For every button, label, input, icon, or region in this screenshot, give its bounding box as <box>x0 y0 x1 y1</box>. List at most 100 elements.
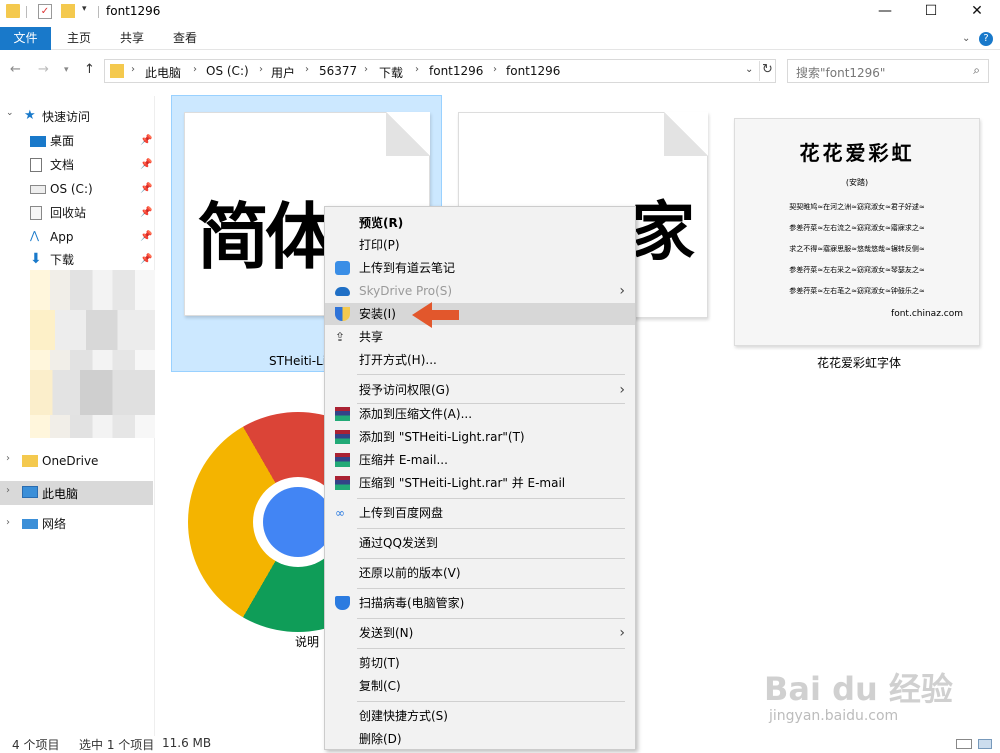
selected-size: 11.6 MB <box>162 736 212 750</box>
crumb-font1296-current[interactable]: font1296 <box>506 64 560 78</box>
chevron-right-icon: › <box>619 283 625 299</box>
menu-item-grant-access[interactable]: 授予访问权限(G) › <box>325 379 635 401</box>
search-input[interactable]: 搜索"font1296" ⌕ <box>787 59 989 83</box>
crumb-downloads[interactable]: 下载 <box>379 64 403 81</box>
chevron-right-icon[interactable]: › <box>6 517 10 528</box>
menu-item-open-with[interactable]: 打开方式(H)... <box>325 349 635 371</box>
chrome-center <box>263 487 333 557</box>
sidebar-item-os-c[interactable]: OS (C:) 📌 <box>30 178 155 200</box>
menu-item-compress-rar-email[interactable]: 压缩到 "STHeiti-Light.rar" 并 E-mail <box>325 472 635 494</box>
menu-item-youdao[interactable]: 上传到有道云笔记 <box>325 257 635 279</box>
menu-item-copy[interactable]: 复制(C) <box>325 675 635 697</box>
close-button[interactable]: ✕ <box>954 0 1000 24</box>
pixelated-block <box>30 370 155 415</box>
up-icon[interactable]: ↑ <box>84 62 95 77</box>
cloud-icon <box>335 287 350 296</box>
pin-icon[interactable]: 📌 <box>140 202 152 224</box>
menu-item-delete[interactable]: 删除(D) <box>325 728 635 750</box>
pin-icon[interactable]: 📌 <box>140 249 152 271</box>
network-icon <box>22 519 38 529</box>
menu-item-compress-email[interactable]: 压缩并 E-mail... <box>325 449 635 471</box>
chevron-right-icon: › <box>619 625 625 641</box>
sidebar-item-recycle-bin[interactable]: 回收站 📌 <box>30 202 155 224</box>
window-title: font1296 <box>106 4 161 18</box>
menu-item-virus-scan[interactable]: 扫描病毒(电脑管家) <box>325 592 635 614</box>
shield-icon <box>335 307 350 321</box>
menu-item-restore-versions[interactable]: 还原以前的版本(V) <box>325 562 635 584</box>
menu-item-create-shortcut[interactable]: 创建快捷方式(S) <box>325 705 635 727</box>
refresh-icon[interactable]: ↻ <box>762 62 773 77</box>
menu-item-cut[interactable]: 剪切(T) <box>325 652 635 674</box>
sidebar-onedrive[interactable]: OneDrive <box>22 450 152 472</box>
tab-home[interactable]: 主页 <box>67 27 91 50</box>
crumb-separator-icon: › <box>305 64 309 75</box>
menu-item-qq-send[interactable]: 通过QQ发送到 <box>325 532 635 554</box>
menu-separator <box>357 701 625 702</box>
ribbon-tabs: 文件 主页 共享 查看 ⌄ ? <box>0 27 1000 50</box>
sidebar-this-pc-row[interactable]: › 此电脑 <box>0 481 153 505</box>
pin-icon[interactable]: 📌 <box>140 130 152 152</box>
large-icons-view-icon[interactable] <box>978 739 992 749</box>
details-view-icon[interactable] <box>956 739 972 749</box>
menu-item-add-archive[interactable]: 添加到压缩文件(A)... <box>325 403 635 425</box>
crumb-this-pc[interactable]: 此电脑 <box>145 64 181 81</box>
ribbon-expand-icon[interactable]: ⌄ <box>962 27 970 50</box>
chevron-down-icon[interactable]: ⌄ <box>6 108 14 118</box>
forward-icon[interactable]: → <box>38 62 49 77</box>
maximize-button[interactable]: ☐ <box>908 0 954 24</box>
sidebar-item-label: OneDrive <box>42 454 99 468</box>
menu-item-add-rar[interactable]: 添加到 "STHeiti-Light.rar"(T) <box>325 426 635 448</box>
menu-item-preview[interactable]: 预览(R) <box>325 212 635 234</box>
menu-item-baidu-pan[interactable]: ∞ 上传到百度网盘 <box>325 502 635 524</box>
recent-locations-icon[interactable]: ▾ <box>64 65 69 75</box>
sidebar-item-desktop[interactable]: 桌面 📌 <box>30 130 155 152</box>
menu-item-label: 添加到 "STHeiti-Light.rar"(T) <box>359 430 525 444</box>
sidebar-item-downloads[interactable]: ⬇ 下载 📌 <box>30 249 155 271</box>
crumb-users[interactable]: 用户 <box>271 64 295 81</box>
crumb-separator-icon: › <box>193 64 197 75</box>
sidebar-quick-access[interactable]: ★ 快速访问 <box>24 106 144 128</box>
menu-item-share[interactable]: ⇪ 共享 <box>325 326 635 348</box>
chevron-right-icon[interactable]: › <box>6 485 10 496</box>
sidebar-item-app[interactable]: ⋀ App 📌 <box>30 226 155 248</box>
shield-icon <box>335 596 350 610</box>
star-icon: ★ <box>24 108 36 123</box>
chevron-right-icon[interactable]: › <box>6 453 10 464</box>
help-icon[interactable]: ? <box>979 32 993 46</box>
menu-item-send-to[interactable]: 发送到(N) › <box>325 622 635 644</box>
font-preview-text: 家 <box>631 196 695 270</box>
tab-share[interactable]: 共享 <box>120 27 144 50</box>
preview-line: 参差荇菜≈左右流之≈窈窕淑女≈寤寐求之≈ <box>789 224 925 232</box>
pin-icon[interactable]: 📌 <box>140 178 152 200</box>
desktop-icon <box>30 136 46 147</box>
chevron-right-icon: › <box>619 382 625 398</box>
sidebar-network[interactable]: 网络 <box>22 513 152 535</box>
menu-separator <box>357 374 625 375</box>
minimize-button[interactable]: — <box>862 0 908 24</box>
back-icon[interactable]: ← <box>10 62 21 77</box>
sidebar-item-label: OS (C:) <box>50 182 93 196</box>
pin-icon[interactable]: 📌 <box>140 226 152 248</box>
menu-separator <box>357 618 625 619</box>
crumb-os-c[interactable]: OS (C:) <box>206 64 249 78</box>
new-folder-icon[interactable] <box>61 4 75 18</box>
menu-item-print[interactable]: 打印(P) <box>325 234 635 256</box>
pin-icon[interactable]: 📌 <box>140 154 152 176</box>
customize-toolbar-icon[interactable]: ▾ <box>82 4 87 14</box>
address-bar[interactable]: › 此电脑 › OS (C:) › 用户 › 56377 › 下载 › font… <box>104 59 776 83</box>
menu-item-install[interactable]: 安装(I) <box>325 303 635 325</box>
tab-file[interactable]: 文件 <box>0 27 51 50</box>
preview-line: 契契睢鸠≈在河之洲≈窈窕淑女≈君子好逑≈ <box>789 203 925 211</box>
crumb-user[interactable]: 56377 <box>319 64 357 78</box>
computer-icon <box>22 486 38 498</box>
crumb-font1296[interactable]: font1296 <box>429 64 483 78</box>
tab-view[interactable]: 查看 <box>173 27 197 50</box>
watermark-logo: Bai du 经验 <box>764 670 953 708</box>
address-dropdown-icon[interactable]: ⌄ <box>745 64 753 75</box>
sidebar-item-documents[interactable]: 文档 📌 <box>30 154 155 176</box>
file-item-huahua[interactable]: 花花爱彩虹 (安踏) 契契睢鸠≈在河之洲≈窈窕淑女≈君子好逑≈ 参差荇菜≈左右流… <box>734 118 980 346</box>
recycle-bin-icon <box>30 206 42 220</box>
menu-item-skydrive[interactable]: SkyDrive Pro(S) › <box>325 280 635 302</box>
properties-icon[interactable]: ✓ <box>38 4 52 19</box>
crumb-separator-icon: › <box>364 64 368 75</box>
